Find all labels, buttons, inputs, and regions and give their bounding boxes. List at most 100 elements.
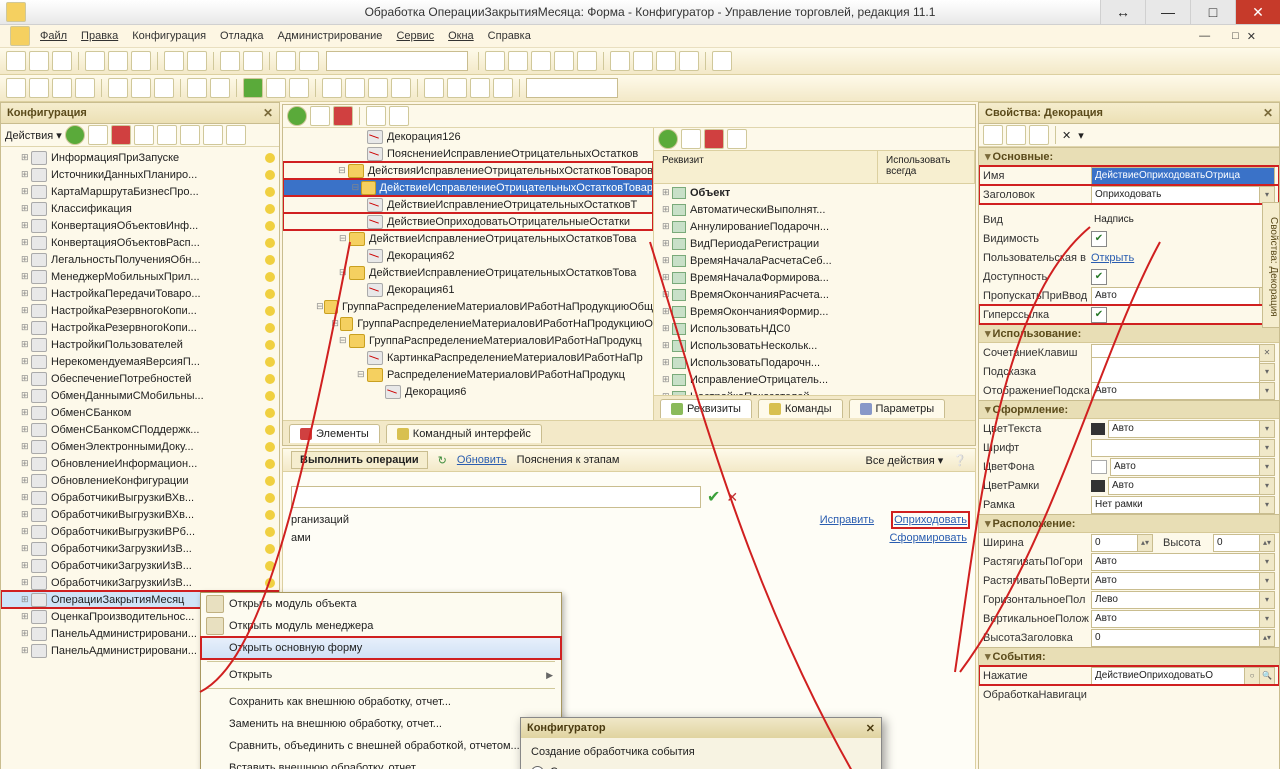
menu-windows[interactable]: Окна	[448, 30, 474, 42]
attr-b[interactable]	[681, 129, 701, 149]
mdi-restore[interactable]: □	[1232, 30, 1239, 42]
form-down-icon[interactable]	[389, 106, 409, 126]
attribute-item[interactable]: ⊞ИспользоватьПодарочн...	[654, 354, 975, 371]
config-tree-item[interactable]: ⊞ИсточникиДанныхПланиро...	[1, 166, 279, 183]
tb2-m[interactable]	[345, 78, 365, 98]
props-tb-c[interactable]	[1029, 125, 1049, 145]
tb-cut[interactable]	[85, 51, 105, 71]
config-panel-close[interactable]: ✕	[263, 106, 273, 120]
tb-h[interactable]	[656, 51, 676, 71]
form-elements-tree[interactable]: Декорация126ПояснениеИсправлениеОтрицате…	[283, 128, 654, 420]
preview-help-icon[interactable]: ❔	[953, 454, 967, 467]
form-tree-item[interactable]: КартинкаРаспределениеМатериаловИРаботНаП…	[283, 349, 653, 366]
config-tree-item[interactable]: ⊞НастройкаРезервногоКопи...	[1, 302, 279, 319]
ctx-item[interactable]: Сохранить как внешнюю обработку, отчет..…	[201, 691, 561, 713]
group-layout[interactable]: Расположение:	[979, 514, 1279, 533]
tb2-i[interactable]	[210, 78, 230, 98]
group-main[interactable]: Основные:	[979, 147, 1279, 166]
tb-save[interactable]	[52, 51, 72, 71]
form-tree-item[interactable]: ⊟ДействиеИсправлениеОтрицательныхОстатко…	[283, 264, 653, 281]
tb-paste[interactable]	[131, 51, 151, 71]
tb2-e[interactable]	[108, 78, 128, 98]
tb-print[interactable]	[164, 51, 184, 71]
ctx-item[interactable]: Заменить на внешнюю обработку, отчет...	[201, 713, 561, 735]
props-tb-b[interactable]	[1006, 125, 1026, 145]
menu-config[interactable]: Конфигурация	[132, 30, 206, 42]
form-tree-item[interactable]: Декорация61	[283, 281, 653, 298]
tb2-play[interactable]	[243, 78, 263, 98]
find-icon[interactable]	[226, 125, 246, 145]
form-tree-item[interactable]: ⊟ГруппаРаспределениеМатериаловИРаботНаПр…	[283, 298, 653, 315]
props-close[interactable]: ✕	[1263, 106, 1273, 120]
menu-file[interactable]: Файл	[40, 30, 67, 42]
tb2-c[interactable]	[52, 78, 72, 98]
prop-click-handler[interactable]: ДействиеОприходоватьО	[1091, 667, 1245, 685]
tb-zoom[interactable]	[299, 51, 319, 71]
prop-click-open[interactable]: ○	[1245, 667, 1260, 685]
preview-search-input[interactable]	[291, 486, 701, 508]
dd-icon[interactable]: ▾	[1260, 186, 1275, 204]
mdi-minimize[interactable]: —	[1199, 30, 1210, 42]
search-combo[interactable]	[326, 51, 468, 71]
attr-c[interactable]	[727, 129, 747, 149]
tab-elements[interactable]: Элементы	[289, 424, 380, 443]
config-tree-item[interactable]: ⊞КонвертацияОбъектовИнф...	[1, 217, 279, 234]
side-tab-properties[interactable]: Свойства: Декорация	[1262, 202, 1280, 328]
tb-redo[interactable]	[243, 51, 263, 71]
config-tree-item[interactable]: ⊞ОбработчикиЗагрузкиИзВ...	[1, 574, 279, 591]
attribute-item[interactable]: ⊞ВремяОкончанияФормир...	[654, 303, 975, 320]
config-tree-item[interactable]: ⊞НастройкаРезервногоКопи...	[1, 319, 279, 336]
edit-icon[interactable]	[88, 125, 108, 145]
menu-service[interactable]: Сервис	[396, 30, 434, 42]
tb-preview[interactable]	[187, 51, 207, 71]
group-use[interactable]: Использование:	[979, 324, 1279, 343]
group-events[interactable]: События:	[979, 647, 1279, 666]
delete-icon[interactable]	[111, 125, 131, 145]
mdi-close[interactable]: ✕	[1247, 30, 1256, 43]
config-tree-item[interactable]: ⊞ОбработчикиЗагрузкиИзВ...	[1, 540, 279, 557]
form-tree-item[interactable]: ⊟ДействиеИсправлениеОтрицательныхОстатко…	[283, 230, 653, 247]
tb-c[interactable]	[531, 51, 551, 71]
tb-undo[interactable]	[220, 51, 240, 71]
ctx-item[interactable]: Открыть▶	[201, 664, 561, 686]
config-tree-item[interactable]: ⊞ИнформацияПриЗапуске	[1, 149, 279, 166]
form-tree-item[interactable]: ДействиеИсправлениеОтрицательныхОстатков…	[283, 196, 653, 213]
tb-e[interactable]	[577, 51, 597, 71]
tb2-q[interactable]	[447, 78, 467, 98]
tb2-g[interactable]	[154, 78, 174, 98]
group-design[interactable]: Оформление:	[979, 400, 1279, 419]
tb2-k[interactable]	[289, 78, 309, 98]
config-tree-item[interactable]: ⊞ОбработчикиЗагрузкиИзВ...	[1, 557, 279, 574]
config-tree-item[interactable]: ⊞ОбменДаннымиСМобильны...	[1, 387, 279, 404]
form-del-icon[interactable]	[333, 106, 353, 126]
preview-all-actions[interactable]: Все действия ▾	[866, 454, 944, 467]
ctx-item[interactable]: Открыть основную форму	[200, 636, 562, 660]
attribute-item[interactable]: ⊞НастройкаПоказателей...	[654, 388, 975, 395]
menu-help[interactable]: Справка	[488, 30, 531, 42]
config-tree-item[interactable]: ⊞ОбработчикиВыгрузкиВХв...	[1, 489, 279, 506]
down-icon[interactable]	[157, 125, 177, 145]
prop-click-find[interactable]: 🔍	[1260, 667, 1275, 685]
form-tree-item[interactable]: ⊟РаспределениеМатериаловИРаботНаПродукц	[283, 366, 653, 383]
add-icon[interactable]	[65, 125, 85, 145]
attr-add-icon[interactable]	[658, 129, 678, 149]
tb-a[interactable]	[485, 51, 505, 71]
attribute-item[interactable]: ⊞АннулированиеПодарочн...	[654, 218, 975, 235]
tb2-f[interactable]	[131, 78, 151, 98]
prop-name[interactable]: ДействиеОприходоватьОтрица	[1091, 167, 1275, 185]
attribute-item[interactable]: ⊞ВремяНачалаФормирова...	[654, 269, 975, 286]
minimize-button[interactable]: —	[1145, 0, 1190, 24]
form-tree-item[interactable]: ПояснениеИсправлениеОтрицательныхОстатко…	[283, 145, 653, 162]
props-tb-x[interactable]: ✕	[1062, 129, 1071, 142]
link-opri[interactable]: Оприходовать	[894, 514, 967, 526]
attribute-item[interactable]: ⊞ИспользоватьНДС0	[654, 320, 975, 337]
config-tree-item[interactable]: ⊞ОбменСБанком	[1, 404, 279, 421]
form-tree-item[interactable]: Декорация62	[283, 247, 653, 264]
config-tree-item[interactable]: ⊞ОбменЭлектроннымиДоку...	[1, 438, 279, 455]
sort-icon[interactable]	[180, 125, 200, 145]
tb2-l[interactable]	[322, 78, 342, 98]
config-tree-item[interactable]: ⊞ОбновлениеКонфигурации	[1, 472, 279, 489]
form-tree-item[interactable]: Декорация6	[283, 383, 653, 400]
tb-copy[interactable]	[108, 51, 128, 71]
close-button[interactable]: ✕	[1235, 0, 1280, 24]
